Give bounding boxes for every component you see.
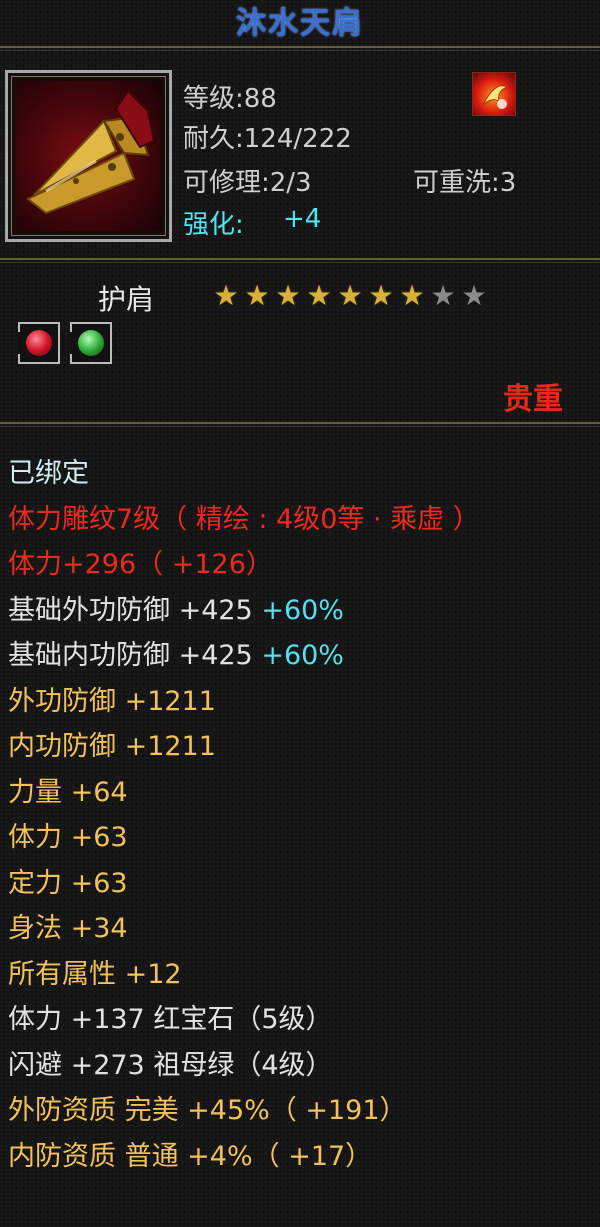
star-empty-icon: ★ [430, 279, 456, 312]
attribute-text: 力量 +64 [8, 776, 128, 808]
attribute-row: 力量 +64 [8, 773, 128, 813]
attribute-text: 内功防御 +1211 [8, 731, 216, 762]
attribute-row: 体力雕纹7级（ 精绘 : 4级0等 · 乘虚 ） [8, 500, 480, 540]
star-empty-icon: ★ [461, 279, 487, 312]
durability-stat: 耐久:124/222 [183, 124, 352, 154]
star-filled-icon: ★ [337, 279, 363, 312]
gem-slot-2[interactable] [70, 322, 116, 364]
attribute-text: 内防资质 普通 +4%（ +17） [8, 1140, 373, 1172]
enhance-value: +4 [283, 204, 322, 234]
level-stat: 等级:88 [183, 84, 277, 114]
attribute-row: 体力 +63 [8, 818, 128, 858]
attribute-text: 已绑定 [8, 458, 89, 489]
star-rating: ★ ★ ★ ★ ★ ★ ★ ★ ★ [212, 282, 488, 310]
attribute-text: 身法 +34 [8, 913, 128, 944]
attribute-row: 基础外功防御 +425 +60% [8, 591, 344, 631]
attribute-row: 所有属性 +12 [8, 955, 182, 995]
rewashable-stat: 可重洗:3 [413, 168, 517, 198]
attribute-text: +60% [261, 594, 344, 626]
header-divider [0, 258, 600, 263]
gem-slot-1[interactable] [18, 322, 64, 364]
attribute-row: 定力 +63 [8, 864, 128, 904]
attributes-divider [0, 422, 600, 427]
enhance-label: 强化: [183, 210, 244, 240]
star-filled-icon: ★ [275, 279, 301, 312]
attribute-text: 基础内功防御 +425 [8, 640, 262, 671]
repairable-stat: 可修理:2/3 [183, 168, 312, 198]
attribute-row: 外功防御 +1211 [8, 682, 216, 722]
attribute-row: 基础内功防御 +425 +60% [8, 636, 344, 676]
attribute-text: 外防资质 完美 +45%（ +191） [8, 1095, 407, 1126]
star-filled-icon: ★ [399, 279, 425, 312]
flame-skill-icon[interactable] [472, 72, 516, 116]
attribute-text: 基础外功防御 +425 [8, 594, 262, 626]
item-type-label: 护肩 [98, 283, 155, 316]
attribute-text: 定力 +63 [8, 867, 128, 899]
attribute-text: 体力 +63 [8, 822, 128, 853]
item-icon-frame[interactable] [5, 70, 172, 242]
attribute-text: +60% [261, 640, 344, 671]
attribute-row: 体力+296（ +126） [8, 545, 273, 585]
attribute-row: 闪避 +273 祖母绿（4级） [8, 1046, 333, 1086]
attribute-row: 体力 +137 红宝石（5级） [8, 1000, 333, 1040]
star-filled-icon: ★ [213, 279, 239, 312]
attribute-text: 外功防御 +1211 [8, 685, 216, 717]
attribute-row: 内防资质 普通 +4%（ +17） [8, 1137, 372, 1177]
star-filled-icon: ★ [244, 279, 270, 312]
green-gem-icon [78, 330, 104, 356]
attribute-text: 体力 +137 红宝石（5级） [8, 1004, 333, 1035]
attribute-text: 体力雕纹7级（ 精绘 : 4级0等 · 乘虚 ） [8, 503, 480, 535]
item-title: 沐水天肩 [236, 6, 364, 41]
attribute-row: 内功防御 +1211 [8, 727, 216, 767]
red-gem-icon [26, 330, 52, 356]
attribute-row: 身法 +34 [8, 909, 128, 949]
attribute-text: 闪避 +273 祖母绿（4级） [8, 1049, 333, 1081]
star-filled-icon: ★ [368, 279, 394, 312]
attribute-row: 已绑定 [8, 454, 89, 494]
title-divider [0, 46, 600, 51]
attribute-text: 体力+296（ +126） [8, 549, 273, 580]
attribute-row: 外防资质 完美 +45%（ +191） [8, 1091, 407, 1131]
shoulder-armor-icon [16, 81, 161, 231]
star-filled-icon: ★ [306, 279, 332, 312]
attribute-text: 所有属性 +12 [8, 958, 182, 990]
rarity-label: 贵重 [503, 382, 563, 417]
